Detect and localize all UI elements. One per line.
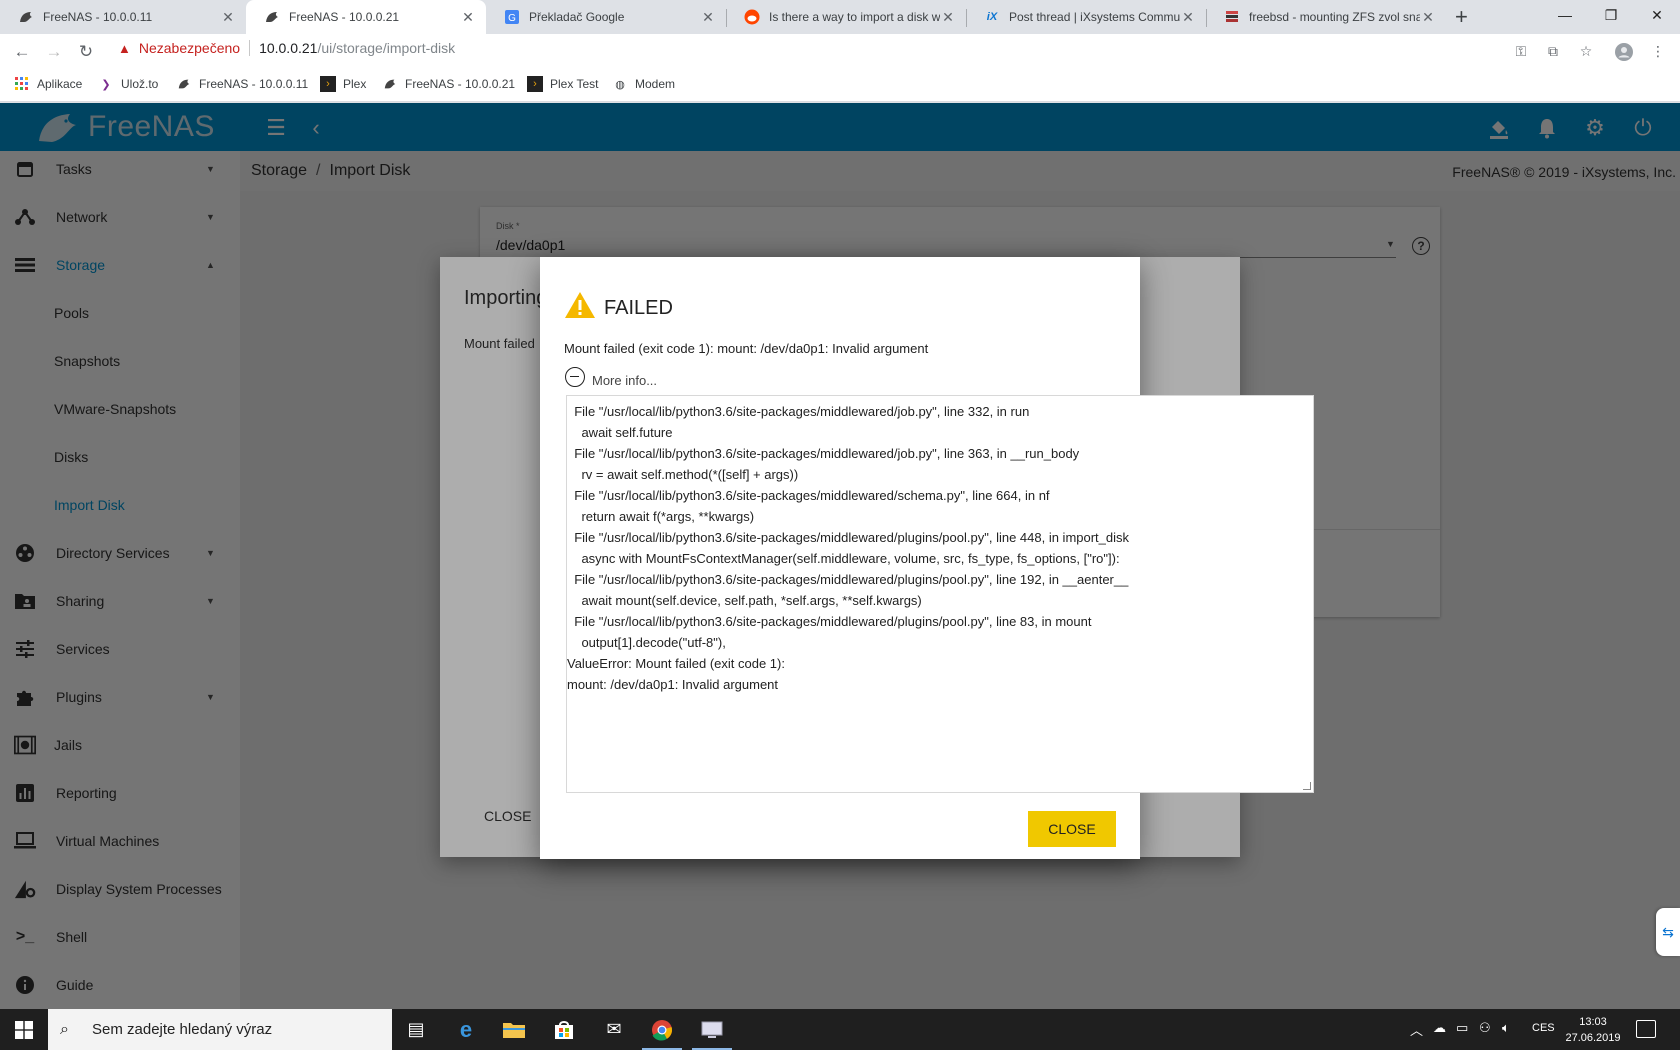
close-tab-icon[interactable]: ✕: [220, 9, 236, 26]
security-label: Nezabezpečeno: [138, 40, 241, 56]
collapse-icon[interactable]: [565, 367, 585, 387]
traceback-line: return await f(*args, **kwargs): [567, 509, 755, 524]
windows-taskbar: ⌕ Sem zadejte hledaný výraz ▤ e ✉ ︿ ☁ ▭ …: [0, 1009, 1680, 1050]
store-icon[interactable]: [540, 1009, 588, 1050]
browser-tab[interactable]: G Překladač Google ✕: [486, 0, 726, 34]
browser-tab[interactable]: freebsd - mounting ZFS zvol snap ✕: [1206, 0, 1446, 34]
key-icon[interactable]: ⚿: [1511, 43, 1531, 61]
freenas-icon: [176, 76, 192, 92]
globe-icon: ◍: [615, 78, 625, 91]
file-explorer-icon[interactable]: [490, 1009, 538, 1050]
ixsystems-icon: iX: [986, 11, 998, 23]
close-tab-icon[interactable]: ✕: [1180, 9, 1196, 26]
forward-arrow-icon[interactable]: →: [42, 41, 66, 63]
browser-tab[interactable]: iX Post thread | iXsystems Commun ✕: [966, 0, 1206, 34]
back-arrow-icon[interactable]: ←: [10, 41, 34, 63]
language-indicator[interactable]: CES: [1532, 1022, 1555, 1034]
traceback-line: File "/usr/local/lib/python3.6/site-pack…: [567, 488, 1050, 503]
restore-button[interactable]: ❐: [1588, 0, 1634, 30]
chrome-icon[interactable]: [638, 1009, 686, 1050]
translate-icon[interactable]: ⧉: [1543, 43, 1563, 61]
bookmark-item[interactable]: FreeNAS - 10.0.0.21: [382, 76, 515, 92]
mail-icon[interactable]: ✉: [590, 1009, 638, 1050]
traceback-line: File "/usr/local/lib/python3.6/site-pack…: [567, 572, 1129, 587]
google-translate-icon: G: [504, 9, 520, 25]
close-tab-icon[interactable]: ✕: [460, 9, 476, 26]
traceback-line: rv = await self.method(*([self] + args)): [567, 467, 799, 482]
browser-toolbar: ← → ↻ ▲ Nezabezpečeno 10.0.0.21 /ui/stor…: [0, 34, 1680, 70]
more-info-toggle[interactable]: More info...: [592, 373, 657, 388]
search-placeholder: Sem zadejte hledaný výraz: [92, 1021, 273, 1038]
close-tab-icon[interactable]: ✕: [700, 9, 716, 26]
bookmark-item[interactable]: ◍ Modem: [612, 76, 675, 92]
plex-icon: ›: [527, 76, 543, 92]
traceback-textarea[interactable]: File "/usr/local/lib/python3.6/site-pack…: [566, 395, 1314, 793]
plex-icon: ›: [320, 76, 336, 92]
search-icon: ⌕: [60, 1020, 69, 1038]
url-path: /ui/storage/import-disk: [317, 40, 456, 56]
close-tab-icon[interactable]: ✕: [1420, 9, 1436, 26]
bookmark-item[interactable]: FreeNAS - 10.0.0.11: [176, 76, 308, 92]
url-host: 10.0.0.21: [259, 40, 318, 56]
new-tab-button[interactable]: +: [1455, 4, 1468, 30]
close-window-button[interactable]: ✕: [1634, 0, 1680, 30]
browser-tab-active[interactable]: FreeNAS - 10.0.0.21 ✕: [246, 0, 486, 34]
browser-tab[interactable]: Is there a way to import a disk wi ✕: [726, 0, 966, 34]
volume-icon[interactable]: 🔈︎: [1502, 1020, 1510, 1036]
bookmark-item[interactable]: › Plex: [320, 76, 366, 92]
bookmark-item[interactable]: › Plex Test: [527, 76, 598, 92]
dialog-title: FAILED: [604, 297, 673, 319]
taskbar-search-box[interactable]: ⌕ Sem zadejte hledaný výraz: [48, 1009, 392, 1050]
browser-tab-strip: FreeNAS - 10.0.0.11 ✕ FreeNAS - 10.0.0.2…: [0, 0, 1680, 34]
minimize-button[interactable]: —: [1542, 0, 1588, 30]
traceback-line: await self.future: [567, 425, 673, 440]
traceback-line: File "/usr/local/lib/python3.6/site-pack…: [567, 614, 1092, 629]
stackexchange-icon: [1224, 9, 1240, 25]
traceback-line: output[1].decode("utf-8"),: [567, 635, 726, 650]
teamviewer-icon[interactable]: ⇆: [1656, 908, 1680, 956]
menu-dots-icon[interactable]: ⋮: [1648, 43, 1668, 61]
freenas-icon: [382, 76, 398, 92]
warning-triangle-icon: ▲: [118, 40, 131, 56]
traceback-line: File "/usr/local/lib/python3.6/site-pack…: [567, 530, 1130, 545]
apps-grid-icon: [14, 76, 30, 92]
address-bar[interactable]: ▲ Nezabezpečeno 10.0.0.21 /ui/storage/im…: [118, 40, 455, 56]
profile-avatar-icon[interactable]: [1614, 43, 1634, 61]
freenas-icon: [264, 9, 280, 25]
chevron-up-icon[interactable]: ︿: [1410, 1020, 1423, 1039]
error-message: Mount failed (exit code 1): mount: /dev/…: [564, 341, 929, 356]
freenas-app: FreeNAS ☰ ‹ ⚙ ⏻ Tasks ▼ Network ▼ Storag…: [0, 103, 1680, 1009]
taskbar-clock[interactable]: 13:03 27.06.2019: [1560, 1014, 1626, 1046]
windows-start-icon[interactable]: [0, 1009, 48, 1050]
warning-icon: [565, 292, 595, 318]
traceback-line: await mount(self.device, self.path, *sel…: [567, 593, 922, 608]
network-tray-icon[interactable]: ⚇: [1479, 1020, 1491, 1036]
freenas-icon: [18, 9, 34, 25]
battery-icon[interactable]: ▭: [1456, 1020, 1468, 1036]
resize-handle[interactable]: [1303, 782, 1311, 790]
bookmark-item[interactable]: ❯ Ulož.to: [98, 76, 158, 92]
edge-icon[interactable]: e: [442, 1009, 490, 1050]
reddit-icon: [744, 9, 760, 25]
reload-icon[interactable]: ↻: [74, 41, 98, 63]
svg-text:G: G: [508, 13, 516, 24]
traceback-line: ValueError: Mount failed (exit code 1):: [567, 656, 785, 671]
task-view-icon[interactable]: ▤: [392, 1009, 440, 1050]
traceback-line: File "/usr/local/lib/python3.6/site-pack…: [567, 446, 1080, 461]
star-icon[interactable]: ☆: [1576, 43, 1596, 61]
traceback-line: async with MountFsContextManager(self.mi…: [567, 551, 1120, 566]
bookmark-item[interactable]: Aplikace: [14, 76, 82, 92]
close-button[interactable]: CLOSE: [1028, 811, 1116, 847]
bookmarks-bar: Aplikace ❯ Ulož.to FreeNAS - 10.0.0.11 ›…: [0, 70, 1680, 102]
traceback-line: File "/usr/local/lib/python3.6/site-pack…: [567, 404, 1030, 419]
traceback-line: mount: /dev/da0p1: Invalid argument: [567, 677, 779, 692]
close-tab-icon[interactable]: ✕: [940, 9, 956, 26]
onedrive-icon[interactable]: ☁: [1433, 1020, 1446, 1036]
browser-tab[interactable]: FreeNAS - 10.0.0.11 ✕: [0, 0, 246, 34]
uloz-to-icon: ❯: [101, 78, 111, 91]
remote-desktop-icon[interactable]: [688, 1009, 736, 1050]
action-center-icon[interactable]: [1636, 1020, 1656, 1038]
